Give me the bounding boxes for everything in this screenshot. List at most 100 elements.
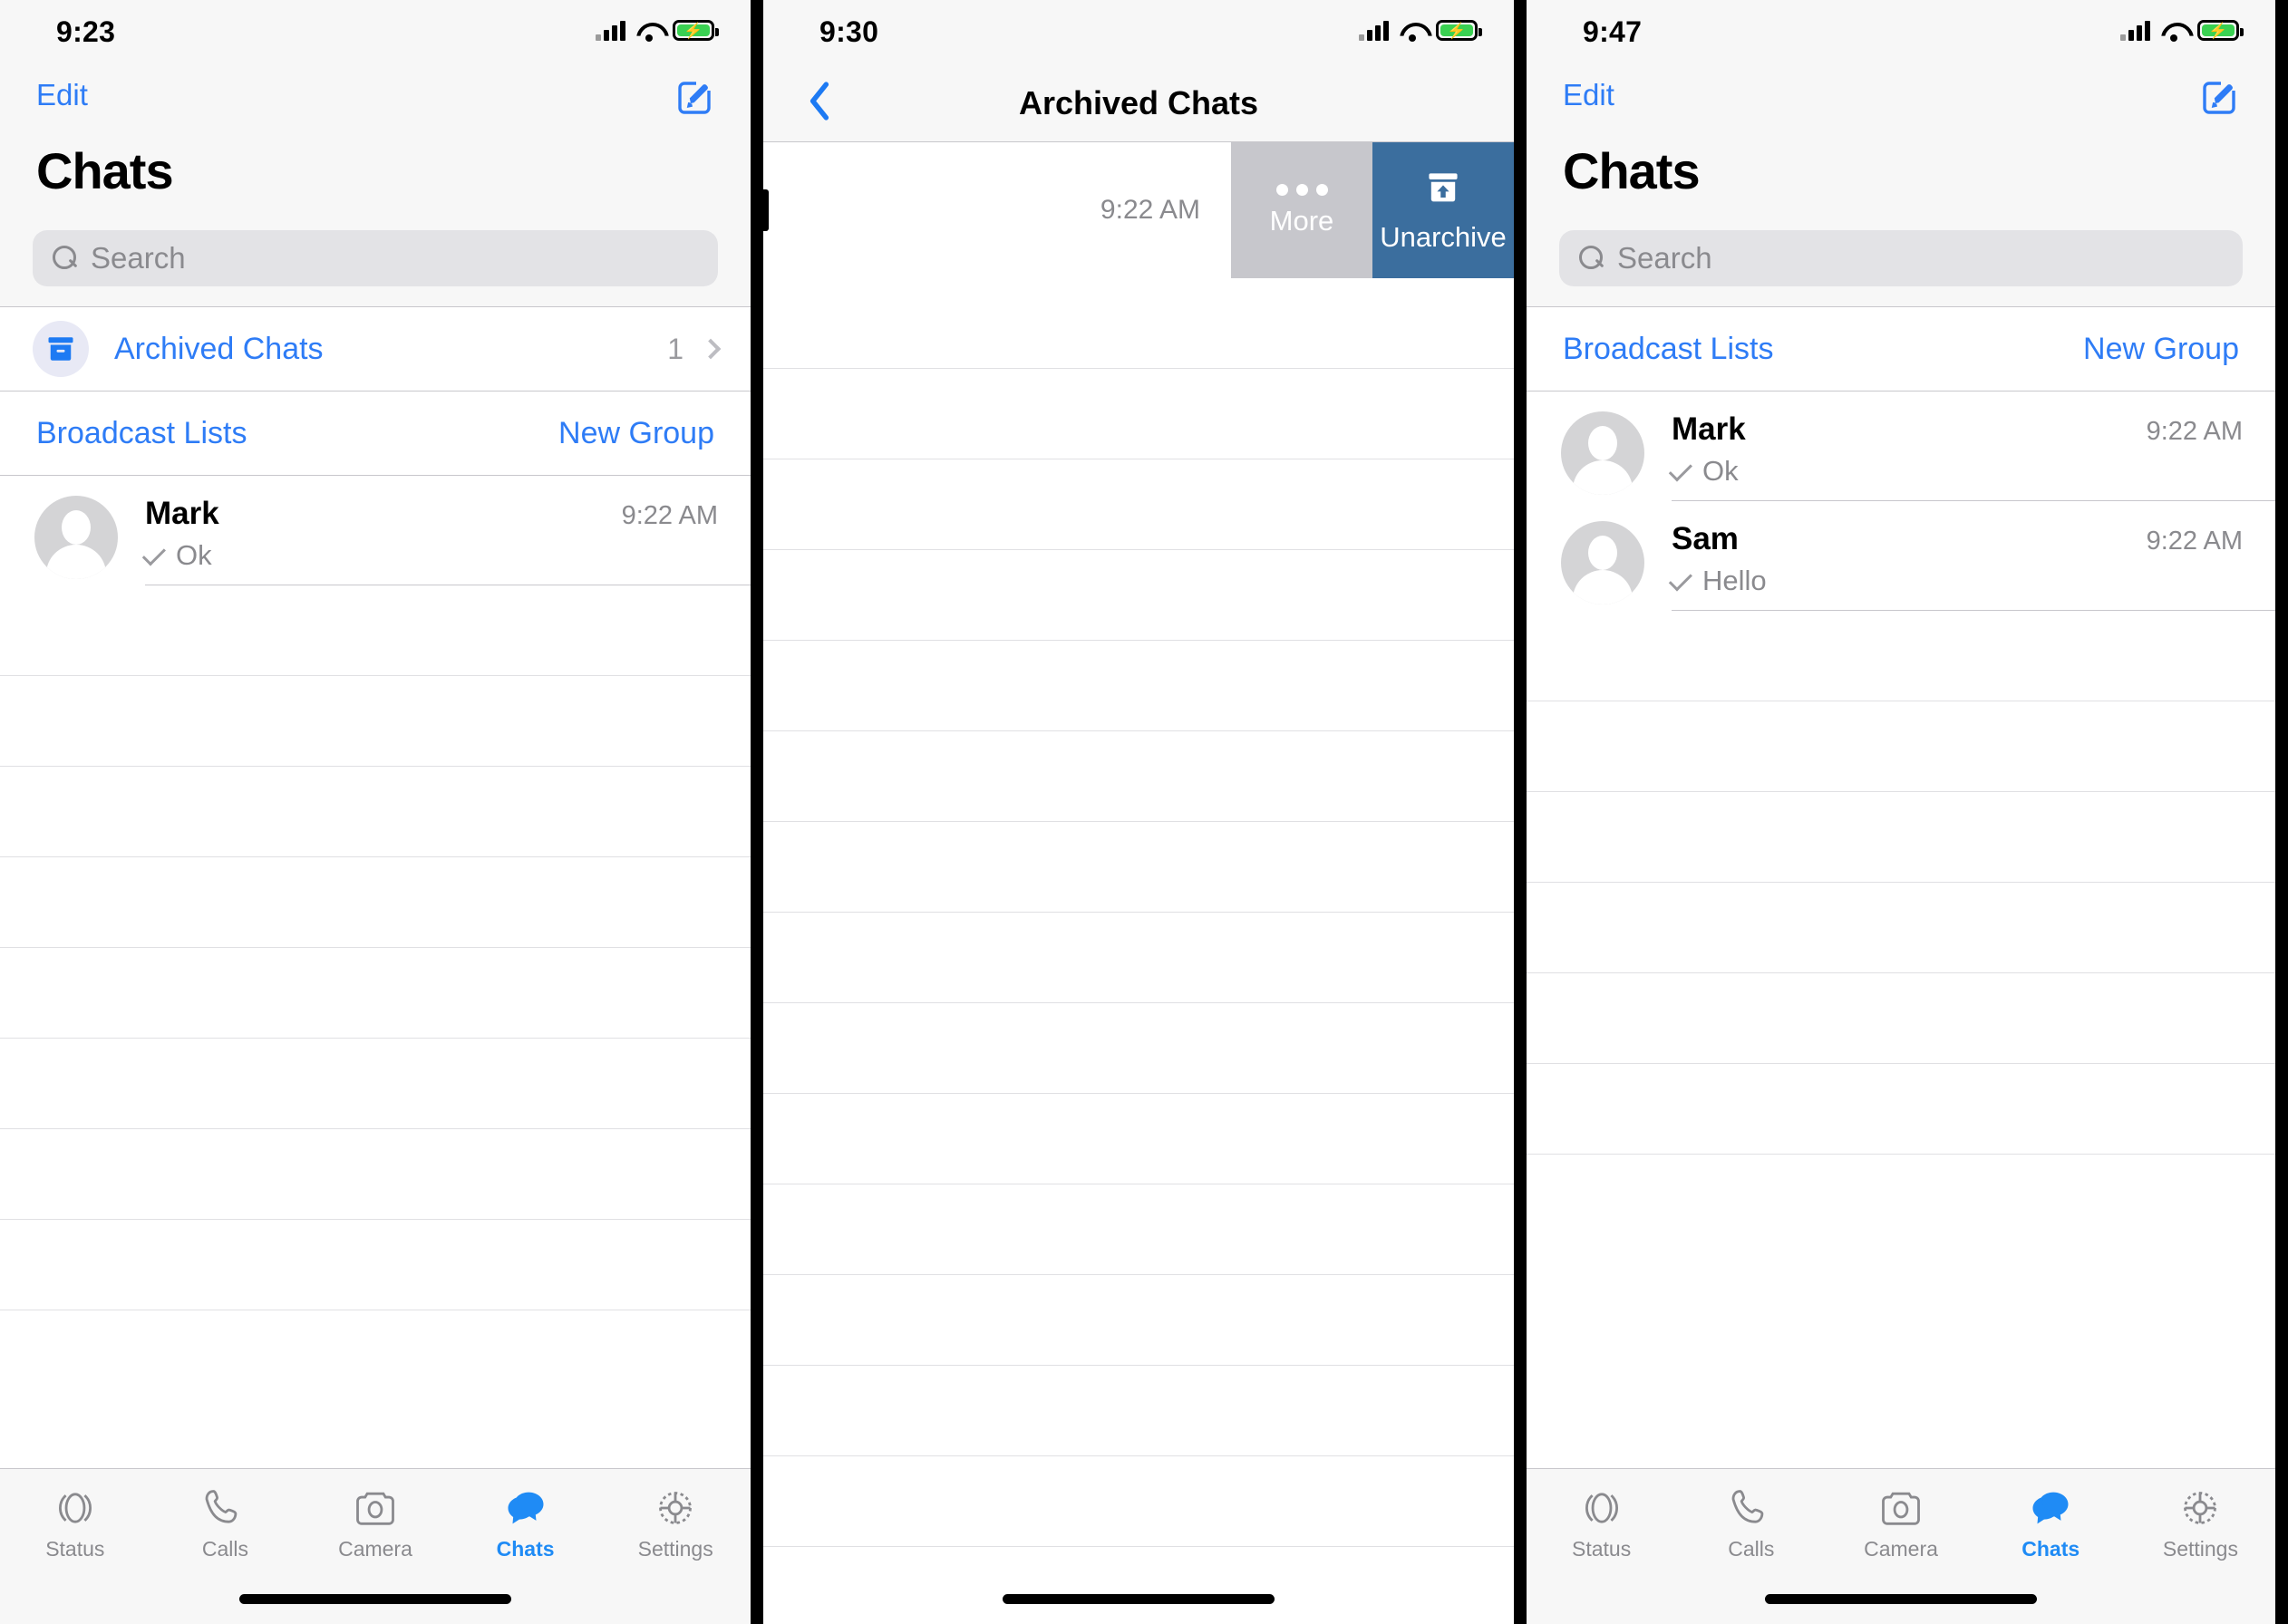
- cellular-signal-icon: [2120, 20, 2150, 41]
- archived-chats-row[interactable]: Archived Chats 1: [0, 307, 751, 391]
- search-placeholder: Search: [1617, 241, 1712, 275]
- swipe-edge-handle: [763, 189, 769, 231]
- more-label: More: [1269, 204, 1334, 237]
- person-avatar-icon: [1561, 411, 1644, 495]
- tab-label: Chats: [2021, 1536, 2080, 1561]
- chevron-left-icon[interactable]: [800, 76, 839, 131]
- wifi-icon: [636, 21, 662, 42]
- empty-rows: [1527, 611, 2275, 1155]
- tab-bar: Status Calls Camera Chats Settings: [0, 1468, 751, 1624]
- tab-label: Status: [1571, 1536, 1632, 1561]
- cellular-signal-icon: [1359, 20, 1389, 41]
- wifi-icon: [1400, 21, 1425, 42]
- tab-label: Camera: [1864, 1536, 1938, 1561]
- tab-status[interactable]: Status: [1527, 1484, 1676, 1561]
- tab-chats[interactable]: Chats: [451, 1484, 601, 1561]
- chevron-right-icon: [700, 338, 722, 360]
- battery-charging-icon: ⚡: [673, 20, 719, 41]
- home-indicator: [1765, 1594, 2037, 1604]
- chat-time: 9:22 AM: [2146, 417, 2243, 446]
- tab-label: Calls: [201, 1536, 248, 1561]
- chat-list: Mark 9:22 AM Ok: [0, 476, 751, 585]
- chat-time: 9:22 AM: [2146, 527, 2243, 556]
- chat-preview: Ok: [1702, 455, 1739, 487]
- tab-label: Settings: [2162, 1536, 2238, 1561]
- tab-status[interactable]: Status: [0, 1484, 150, 1561]
- status-bar-time: 9:30: [819, 15, 879, 48]
- unarchive-label: Unarchive: [1380, 220, 1507, 253]
- archive-box-icon: [33, 321, 89, 377]
- tab-label: Settings: [637, 1536, 713, 1561]
- ellipsis-icon: [1275, 183, 1328, 196]
- tab-settings[interactable]: Settings: [2126, 1484, 2275, 1561]
- chat-row[interactable]: Sam 9:22 AM Hello: [1527, 501, 2275, 610]
- edit-button[interactable]: Edit: [1563, 78, 1614, 112]
- tab-label: Calls: [1728, 1536, 1775, 1561]
- single-check-icon: [1668, 457, 1692, 481]
- status-bar-time: 9:23: [56, 15, 116, 48]
- new-group-button[interactable]: New Group: [558, 416, 714, 451]
- page-title: Chats: [0, 141, 751, 218]
- tab-calls[interactable]: Calls: [1676, 1484, 1826, 1561]
- compose-icon[interactable]: [673, 76, 716, 124]
- compose-icon[interactable]: [2197, 76, 2241, 124]
- chat-row[interactable]: Mark 9:22 AM Ok: [1527, 392, 2275, 500]
- search-icon: [1579, 246, 1605, 271]
- swiped-chat-row[interactable]: 9:22 AM More Unarchive: [763, 142, 1514, 278]
- status-bar: 9:23 ⚡: [0, 0, 751, 65]
- person-avatar-icon: [34, 496, 118, 579]
- search-icon: [53, 246, 78, 271]
- search-container: Search: [0, 218, 751, 306]
- chat-time: 9:22 AM: [1100, 195, 1200, 225]
- search-input[interactable]: Search: [1559, 230, 2243, 286]
- chat-time: 9:22 AM: [621, 501, 718, 530]
- chat-name: Mark: [145, 496, 219, 531]
- panel-chats-unarchived: 9:47 ⚡ Edit Chats Search Broadcast Lists…: [1527, 0, 2275, 1624]
- tab-chats[interactable]: Chats: [1976, 1484, 2126, 1561]
- chat-row[interactable]: Mark 9:22 AM Ok: [0, 476, 751, 585]
- panel-gap: [751, 0, 763, 1624]
- archived-chats-count: 1: [667, 332, 683, 365]
- page-title: Archived Chats: [1018, 84, 1259, 121]
- tab-camera[interactable]: Camera: [300, 1484, 451, 1561]
- single-check-icon: [141, 541, 166, 566]
- chat-name: Mark: [1672, 411, 1746, 447]
- status-bar-indicators: ⚡: [596, 20, 719, 42]
- new-group-button[interactable]: New Group: [2083, 332, 2239, 367]
- tab-settings[interactable]: Settings: [600, 1484, 751, 1561]
- more-action-button[interactable]: More: [1231, 142, 1372, 278]
- home-indicator: [1003, 1594, 1275, 1604]
- nav-bar: Archived Chats: [763, 65, 1514, 141]
- broadcast-lists-row: Broadcast Lists New Group: [1527, 307, 2275, 391]
- person-avatar-icon: [1561, 521, 1644, 604]
- three-panel-screenshot: 9:23 ⚡ Edit Chats Search Archived Chats …: [0, 0, 2288, 1624]
- empty-rows: [0, 585, 751, 1310]
- status-bar-indicators: ⚡: [1359, 20, 1482, 42]
- battery-charging-icon: ⚡: [2197, 20, 2244, 41]
- single-check-icon: [1668, 566, 1692, 591]
- panel-chats-with-archived: 9:23 ⚡ Edit Chats Search Archived Chats …: [0, 0, 751, 1624]
- broadcast-lists-button[interactable]: Broadcast Lists: [1563, 332, 1773, 367]
- search-input[interactable]: Search: [33, 230, 718, 286]
- unarchive-action-button[interactable]: Unarchive: [1372, 142, 1514, 278]
- tab-calls[interactable]: Calls: [150, 1484, 301, 1561]
- archived-chats-label: Archived Chats: [114, 331, 324, 366]
- chat-name: Sam: [1672, 521, 1739, 556]
- page-title: Chats: [1527, 141, 2275, 218]
- search-container: Search: [1527, 218, 2275, 306]
- tab-bar: Status Calls Camera Chats Settings: [1527, 1468, 2275, 1624]
- search-placeholder: Search: [91, 241, 186, 275]
- chat-preview: Hello: [1702, 565, 1767, 596]
- status-bar: 9:30 ⚡: [763, 0, 1514, 65]
- tab-camera[interactable]: Camera: [1826, 1484, 1975, 1561]
- nav-bar: Edit: [0, 65, 751, 141]
- panel-archived-chats-swipe: 9:30 ⚡ Archived Chats 9:22 AM More Unarc…: [763, 0, 1514, 1624]
- unarchive-icon: [1423, 168, 1463, 212]
- status-bar-time: 9:47: [1583, 15, 1643, 48]
- edit-button[interactable]: Edit: [36, 78, 88, 112]
- status-bar-indicators: ⚡: [2120, 20, 2244, 42]
- broadcast-lists-row: Broadcast Lists New Group: [0, 392, 751, 475]
- tab-label: Status: [45, 1536, 105, 1561]
- broadcast-lists-button[interactable]: Broadcast Lists: [36, 416, 247, 451]
- swiped-row-content: 9:22 AM: [763, 142, 1231, 278]
